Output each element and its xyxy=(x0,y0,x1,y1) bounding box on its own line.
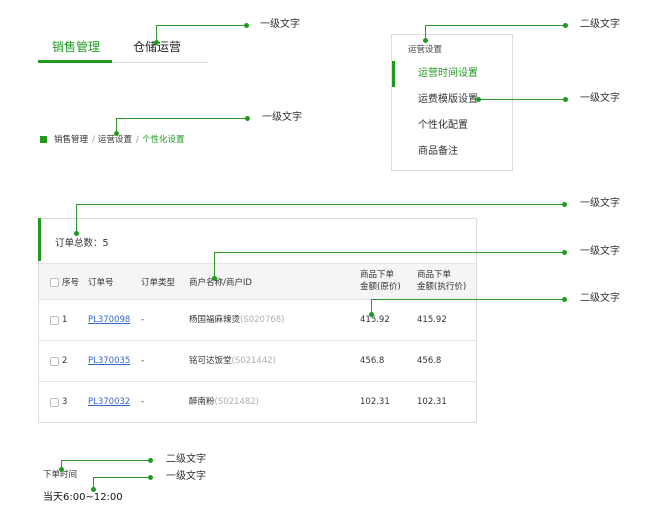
annotation-label: 一级文字 xyxy=(580,93,620,104)
annotation-dot xyxy=(369,312,374,317)
active-menu-indicator xyxy=(392,61,395,87)
annotation-leader xyxy=(61,460,150,461)
row-seq: 3 xyxy=(62,397,68,407)
row-merchant: 杨国福麻辣烫(S020768) xyxy=(189,315,285,326)
annotation-leader xyxy=(116,118,247,119)
row-amount-orig: 415.92 xyxy=(360,315,390,325)
panel-accent-bar xyxy=(38,218,41,261)
annotation-dot xyxy=(423,38,428,43)
header-amount-orig-line1: 商品下单 xyxy=(360,270,395,280)
annotation-leader xyxy=(76,205,77,233)
annotation-dot xyxy=(148,458,153,463)
header-amount-orig-line2: 金额(原价) xyxy=(360,282,401,292)
annotation-dot xyxy=(114,131,119,136)
breadcrumb-separator: / xyxy=(136,135,139,145)
select-all-checkbox[interactable] xyxy=(50,278,59,287)
annotation-label: 一级文字 xyxy=(260,19,300,30)
annotation-dot xyxy=(59,467,64,472)
menu-item-product-notes[interactable]: 商品备注 xyxy=(418,145,458,159)
annotation-dot xyxy=(74,231,79,236)
annotation-dot xyxy=(154,40,159,45)
annotation-dot xyxy=(148,475,153,480)
tab-sales-management[interactable]: 销售管理 xyxy=(52,38,100,56)
row-checkbox[interactable] xyxy=(50,357,59,366)
row-type: - xyxy=(141,356,145,366)
menu-item-shipping-template[interactable]: 运费模版设置 xyxy=(418,93,478,107)
merchant-id: (S021442) xyxy=(231,356,276,366)
annotation-label: 一级文字 xyxy=(262,112,302,123)
annotation-dot xyxy=(245,116,250,121)
menu-item-personalization[interactable]: 个性化配置 xyxy=(418,119,468,133)
menu-item-operating-hours[interactable]: 运营时间设置 xyxy=(418,67,478,81)
settings-menu: 运营设置 运营时间设置 运费模版设置 个性化配置 商品备注 xyxy=(391,34,513,171)
table-row: 3 PL370032 - 醉南粉(S021482) 102.31 102.31 xyxy=(39,382,476,423)
top-tabs: 销售管理 仓储运营 xyxy=(38,38,208,64)
table-row: 1 PL370098 - 杨国福麻辣烫(S020768) 415.92 415.… xyxy=(39,300,476,341)
header-amount-exec-line1: 商品下单 xyxy=(417,270,452,280)
merchant-id: (S020768) xyxy=(240,315,285,325)
annotation-leader xyxy=(425,25,565,26)
annotation-dot xyxy=(563,97,568,102)
merchant-name: 杨国福麻辣烫 xyxy=(189,315,241,325)
row-type: - xyxy=(141,397,145,407)
annotation-leader xyxy=(214,253,215,278)
order-link[interactable]: PL370098 xyxy=(88,315,130,326)
order-link[interactable]: PL370035 xyxy=(88,356,130,367)
active-tab-underline xyxy=(38,60,112,63)
annotation-dot xyxy=(212,276,217,281)
annotation-dot xyxy=(562,250,567,255)
table-header: 序号 订单号 订单类型 商户名称/商户ID 商品下单 金额(原价) 商品下单 金… xyxy=(39,263,476,300)
annotation-dot xyxy=(562,297,567,302)
annotation-label: 二级文字 xyxy=(580,19,620,30)
merchant-name: 铭可达饭堂 xyxy=(189,356,232,366)
annotation-dot xyxy=(476,97,481,102)
row-type: - xyxy=(141,315,145,325)
breadcrumb-marker xyxy=(40,136,47,143)
row-seq: 1 xyxy=(62,315,68,325)
header-seq: 序号 xyxy=(62,278,80,288)
header-amount-exec-line2: 金额(执行价) xyxy=(417,282,467,292)
merchant-name: 醉南粉 xyxy=(189,397,215,407)
row-amount-exec: 415.92 xyxy=(417,315,447,325)
annotation-dot xyxy=(562,202,567,207)
row-amount-exec: 102.31 xyxy=(417,397,447,407)
row-seq: 2 xyxy=(62,356,68,366)
annotation-label: 一级文字 xyxy=(166,471,206,482)
breadcrumb-current: 个性化设置 xyxy=(142,135,185,145)
annotation-label: 二级文字 xyxy=(166,454,206,465)
order-time-value: 当天6:00~12:00 xyxy=(43,492,123,503)
annotation-label: 二级文字 xyxy=(580,293,620,304)
menu-header: 运营设置 xyxy=(408,45,443,55)
annotation-label: 一级文字 xyxy=(580,246,620,257)
breadcrumb-separator: / xyxy=(92,135,95,145)
merchant-id: (S021482) xyxy=(214,397,259,407)
annotation-leader xyxy=(214,252,564,253)
table-row: 2 PL370035 - 铭可达饭堂(S021442) 456.8 456.8 xyxy=(39,341,476,382)
breadcrumb-item-sales[interactable]: 销售管理 xyxy=(54,133,88,147)
annotation-label: 一级文字 xyxy=(580,198,620,209)
header-order-no: 订单号 xyxy=(88,278,114,288)
annotation-dot xyxy=(244,23,249,28)
annotation-dot xyxy=(91,487,96,492)
annotation-dot xyxy=(563,23,568,28)
row-checkbox[interactable] xyxy=(50,316,59,325)
order-link[interactable]: PL370032 xyxy=(88,397,130,408)
order-count: 订单总数：5 xyxy=(55,238,109,249)
row-merchant: 铭可达饭堂(S021442) xyxy=(189,356,276,367)
orders-panel: 订单总数：5 序号 订单号 订单类型 商户名称/商户ID 商品下单 金额(原价)… xyxy=(38,218,477,423)
annotation-leader xyxy=(371,299,564,300)
annotation-leader xyxy=(76,204,564,205)
row-amount-orig: 456.8 xyxy=(360,356,385,366)
row-amount-orig: 102.31 xyxy=(360,397,390,407)
annotation-leader xyxy=(478,99,565,100)
row-amount-exec: 456.8 xyxy=(417,356,442,366)
header-merchant: 商户名称/商户ID xyxy=(189,278,252,288)
annotation-leader xyxy=(93,477,150,478)
row-merchant: 醉南粉(S021482) xyxy=(189,397,259,408)
row-checkbox[interactable] xyxy=(50,398,59,407)
annotation-leader xyxy=(156,25,246,26)
header-order-type: 订单类型 xyxy=(141,278,176,288)
